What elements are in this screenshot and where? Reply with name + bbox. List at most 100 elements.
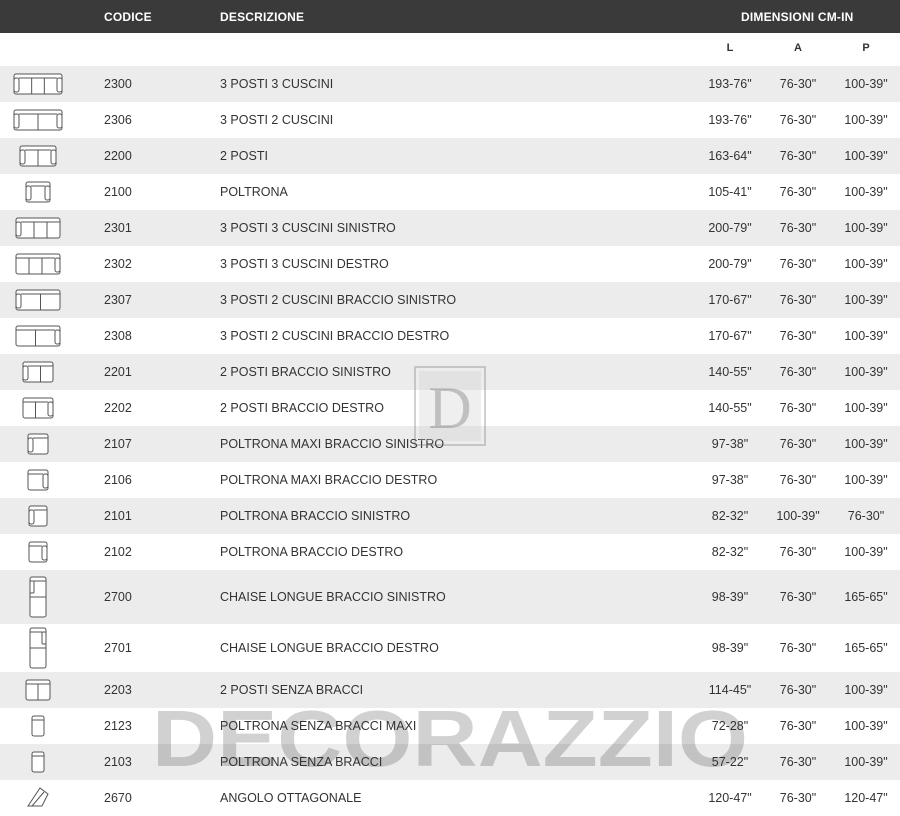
row-height: 76-30" [779, 719, 817, 733]
row-code: 2307 [104, 293, 132, 307]
row-height: 76-30" [779, 113, 817, 127]
row-description: 2 POSTI SENZA BRACCI [220, 683, 364, 697]
row-description: 2 POSTI BRACCIO SINISTRO [220, 365, 391, 379]
sofa-3-seat-3-cushion-icon [0, 66, 76, 102]
row-depth: 100-39" [844, 293, 888, 307]
row-height: 76-30" [779, 257, 817, 271]
row-code: 2106 [104, 473, 132, 487]
row-depth: 100-39" [844, 257, 888, 271]
armchair-maxi-armless-icon [0, 708, 76, 744]
table-row: 2200 2 POSTI 163-64" 76-30" 100-39" [0, 138, 900, 174]
subheader-a: A [794, 42, 802, 54]
octagonal-corner-icon [0, 780, 76, 816]
table-row: 2670 ANGOLO OTTAGONALE 120-47" 76-30" 120-47… [0, 780, 900, 816]
row-depth: 165-65" [844, 641, 888, 655]
row-code: 2308 [104, 329, 132, 343]
row-code: 2123 [104, 719, 132, 733]
row-code: 2103 [104, 755, 132, 769]
row-code: 2306 [104, 113, 132, 127]
row-length: 98-39" [711, 641, 749, 655]
row-depth: 100-39" [844, 401, 888, 415]
header-descrizione: DESCRIZIONE [220, 10, 305, 24]
dimension-subheader: L A P [0, 33, 900, 66]
row-length: 105-41" [708, 185, 752, 199]
sofa-2-seat-left-arm-icon [0, 354, 76, 390]
row-description: 2 POSTI BRACCIO DESTRO [220, 401, 384, 415]
table-row: 2202 2 POSTI BRACCIO DESTRO 140-55" 76-30" 1… [0, 390, 900, 426]
row-length: 120-47" [708, 791, 752, 805]
row-description: POLTRONA [220, 185, 288, 199]
row-description: POLTRONA MAXI BRACCIO DESTRO [220, 473, 438, 487]
row-height: 76-30" [779, 401, 817, 415]
row-description: POLTRONA BRACCIO SINISTRO [220, 509, 411, 523]
row-description: POLTRONA BRACCIO DESTRO [220, 545, 404, 559]
sofa-3-seat-2-cushion-icon [0, 102, 76, 138]
subheader-p: P [862, 42, 870, 54]
table-row: 2301 3 POSTI 3 CUSCINI SINISTRO 200-79" 76-… [0, 210, 900, 246]
row-description: 3 POSTI 2 CUSCINI BRACCIO DESTRO [220, 329, 450, 343]
sofa-3-seat-2-cushion-left-arm-icon [0, 282, 76, 318]
row-length: 200-79" [708, 221, 752, 235]
row-description: POLTRONA SENZA BRACCI [220, 755, 383, 769]
row-description: POLTRONA MAXI BRACCIO SINISTRO [220, 437, 445, 451]
armchair-maxi-left-arm-icon [0, 426, 76, 462]
table-row: 2701 CHAISE LONGUE BRACCIO DESTRO 98-39" 76… [0, 624, 900, 672]
row-description: 2 POSTI [220, 149, 268, 163]
row-depth: 100-39" [844, 149, 888, 163]
table-row: 2107 POLTRONA MAXI BRACCIO SINISTRO 97-38"… [0, 426, 900, 462]
row-height: 76-30" [779, 683, 817, 697]
row-length: 114-45" [708, 683, 752, 697]
sofa-2-seat-right-arm-icon [0, 390, 76, 426]
row-length: 193-76" [708, 113, 752, 127]
table-row: 2101 POLTRONA BRACCIO SINISTRO 82-32" 100-3… [0, 498, 900, 534]
row-code: 2101 [104, 509, 132, 523]
row-length: 170-67" [708, 329, 752, 343]
row-length: 72-28" [711, 719, 749, 733]
table-row: 2103 POLTRONA SENZA BRACCI 57-22" 76-30" 100… [0, 744, 900, 780]
row-height: 76-30" [779, 755, 817, 769]
row-code: 2300 [104, 77, 132, 91]
row-code: 2100 [104, 185, 132, 199]
table-row: 2700 CHAISE LONGUE BRACCIO SINISTRO 98-39"… [0, 570, 900, 624]
row-length: 193-76" [708, 77, 752, 91]
subheader-l: L [726, 42, 734, 54]
row-length: 140-55" [708, 365, 752, 379]
row-description: ANGOLO OTTAGONALE [220, 791, 362, 805]
table-row: 2307 3 POSTI 2 CUSCINI BRACCIO SINISTRO 17… [0, 282, 900, 318]
row-length: 97-38" [711, 473, 749, 487]
armchair-armless-icon [0, 744, 76, 780]
row-height: 76-30" [779, 293, 817, 307]
row-code: 2201 [104, 365, 132, 379]
table-row: 2201 2 POSTI BRACCIO SINISTRO 140-55" 76-30… [0, 354, 900, 390]
row-description: 3 POSTI 3 CUSCINI DESTRO [220, 257, 389, 271]
sofa-3-seat-left-arm-icon [0, 210, 76, 246]
row-height: 76-30" [779, 329, 817, 343]
row-length: 97-38" [711, 437, 749, 451]
row-depth: 100-39" [844, 755, 888, 769]
row-length: 200-79" [708, 257, 752, 271]
sofa-3-seat-2-cushion-right-arm-icon [0, 318, 76, 354]
row-depth: 100-39" [844, 719, 888, 733]
row-depth: 100-39" [844, 473, 888, 487]
row-length: 140-55" [708, 401, 752, 415]
row-height: 76-30" [779, 221, 817, 235]
header-dimensioni: DIMENSIONI CM-IN [741, 10, 854, 24]
row-code: 2200 [104, 149, 132, 163]
row-height: 76-30" [779, 590, 817, 604]
row-depth: 100-39" [844, 683, 888, 697]
row-height: 76-30" [779, 437, 817, 451]
row-length: 98-39" [711, 590, 749, 604]
table-row: 2306 3 POSTI 2 CUSCINI 193-76" 76-30" 100-39… [0, 102, 900, 138]
row-depth: 100-39" [844, 545, 888, 559]
armchair-right-arm-icon [0, 534, 76, 570]
row-depth: 100-39" [844, 329, 888, 343]
row-height: 76-30" [779, 365, 817, 379]
row-depth: 100-39" [844, 113, 888, 127]
row-length: 57-22" [711, 755, 749, 769]
row-height: 100-39" [776, 509, 820, 523]
row-description: POLTRONA SENZA BRACCI MAXI [220, 719, 417, 733]
row-depth: 120-47" [844, 791, 888, 805]
row-depth: 100-39" [844, 77, 888, 91]
table-row: 2300 3 POSTI 3 CUSCINI 193-76" 76-30" 100-39… [0, 66, 900, 102]
table-row: 2100 POLTRONA 105-41" 76-30" 100-39" [0, 174, 900, 210]
